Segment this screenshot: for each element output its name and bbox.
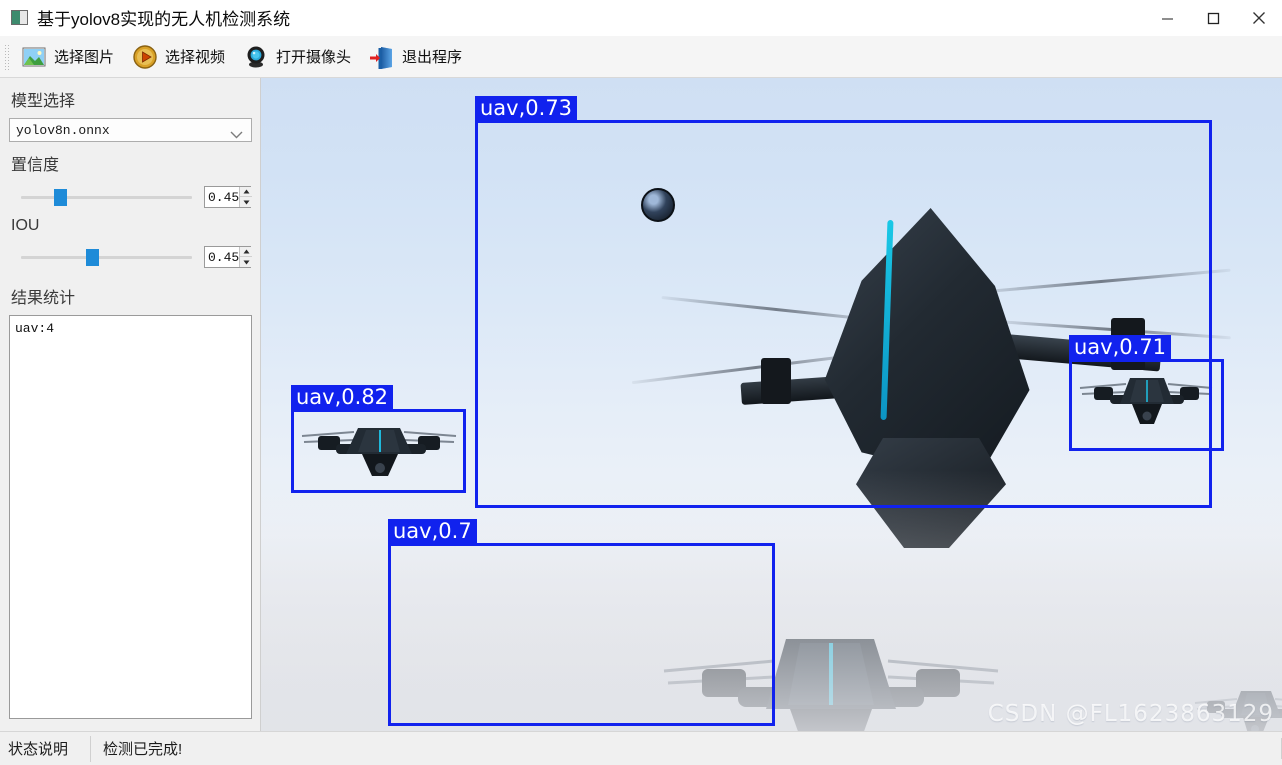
picture-icon: [21, 44, 47, 70]
iou-label: IOU: [11, 217, 40, 234]
chevron-down-icon: [230, 126, 243, 139]
confidence-value: 0.45: [208, 189, 240, 205]
toolbar-label-select-image: 选择图片: [54, 49, 115, 66]
detection-box-2[interactable]: uav,0.71: [1069, 335, 1224, 451]
toolbar-button-select-video[interactable]: 选择视频: [125, 40, 236, 74]
app-icon: [11, 10, 28, 25]
status-label: 状态说明: [8, 741, 69, 758]
iou-spinbox[interactable]: 0.45: [204, 246, 253, 268]
confidence-slider-handle[interactable]: [54, 189, 67, 206]
toolbar-grip[interactable]: [4, 43, 9, 70]
toolbar-button-open-camera[interactable]: 打开摄像头: [236, 40, 362, 74]
detection-image-view[interactable]: uav,0.73 uav,0.82 uav,0.71 uav,0.7 CSDN …: [261, 78, 1282, 731]
application-window: 基于yolov8实现的无人机检测系统 选择图片 选择视频 打开摄像头 退出程序 …: [0, 0, 1282, 765]
title-bar: 基于yolov8实现的无人机检测系统: [0, 0, 1282, 36]
iou-slider[interactable]: [9, 246, 196, 268]
confidence-spinbox[interactable]: 0.45: [204, 186, 253, 208]
result-statistics-textarea[interactable]: uav:4: [9, 315, 252, 719]
toolbar-button-exit[interactable]: 退出程序: [362, 40, 473, 74]
status-message: 检测已完成!: [91, 738, 1282, 759]
webcam-icon: [243, 44, 269, 70]
result-group-title: 结果统计: [11, 290, 76, 307]
confidence-label: 置信度: [11, 157, 60, 174]
iou-spin-up-icon[interactable]: [240, 247, 253, 257]
iou-spin-down-icon[interactable]: [240, 257, 253, 267]
window-controls: [1144, 0, 1282, 36]
toolbar-label-exit: 退出程序: [402, 49, 463, 66]
window-title: 基于yolov8实现的无人机检测系统: [37, 10, 291, 29]
iou-slider-handle[interactable]: [86, 249, 99, 266]
play-circle-icon: [132, 44, 158, 70]
confidence-row: 0.45: [9, 186, 253, 208]
confidence-slider[interactable]: [9, 186, 196, 208]
toolbar-label-open-camera: 打开摄像头: [276, 49, 352, 66]
toolbar: 选择图片 选择视频 打开摄像头 退出程序: [0, 36, 1282, 78]
model-select-value: yolov8n.onnx: [16, 122, 110, 138]
confidence-spin-down-icon[interactable]: [240, 197, 253, 207]
detection-label-1: uav,0.82: [291, 385, 394, 412]
detection-box-3[interactable]: uav,0.7: [388, 519, 775, 726]
minimize-button[interactable]: [1144, 0, 1190, 36]
status-bar: 状态说明 检测已完成!: [0, 731, 1282, 765]
confidence-slider-track: [21, 196, 192, 199]
iou-row: 0.45: [9, 246, 253, 268]
iou-slider-track: [21, 256, 192, 259]
main-body: 模型选择 yolov8n.onnx 置信度 0.45 IOU 0.45 结果统计…: [0, 78, 1282, 731]
confidence-spin-buttons: [239, 187, 253, 207]
toolbar-label-select-video: 选择视频: [165, 49, 226, 66]
detection-label-0: uav,0.73: [475, 96, 578, 123]
settings-panel: 模型选择 yolov8n.onnx 置信度 0.45 IOU 0.45 结果统计…: [0, 78, 261, 731]
confidence-spin-up-icon[interactable]: [240, 187, 253, 197]
iou-value: 0.45: [208, 249, 240, 265]
detection-label-2: uav,0.71: [1069, 335, 1172, 362]
exit-door-icon: [369, 44, 395, 70]
model-group-title: 模型选择: [11, 93, 76, 110]
model-select-combobox[interactable]: yolov8n.onnx: [9, 118, 252, 142]
detection-label-3: uav,0.7: [388, 519, 477, 546]
toolbar-button-select-image[interactable]: 选择图片: [14, 40, 125, 74]
detection-box-1[interactable]: uav,0.82: [291, 385, 466, 493]
iou-spin-buttons: [239, 247, 253, 267]
close-button[interactable]: [1236, 0, 1282, 36]
maximize-button[interactable]: [1190, 0, 1236, 36]
